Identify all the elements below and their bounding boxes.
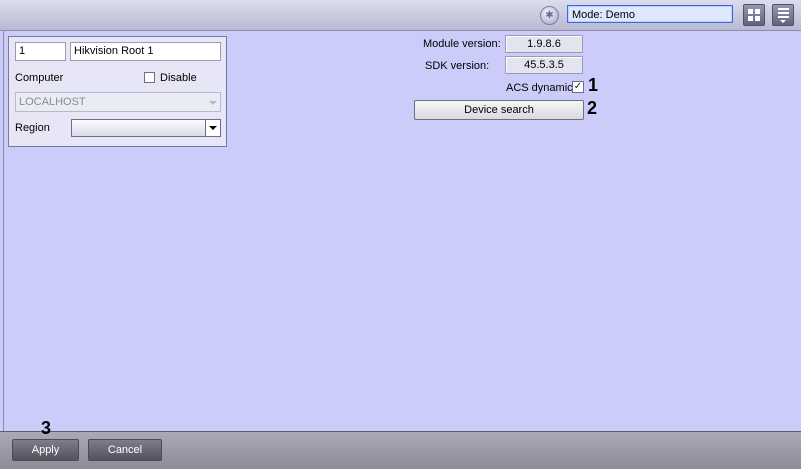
star-icon[interactable]: ✱ [540, 6, 559, 25]
menu-button[interactable] [772, 4, 794, 26]
object-id-field[interactable]: 1 [15, 42, 66, 61]
computer-value: LOCALHOST [19, 96, 86, 108]
region-label: Region [15, 122, 50, 134]
callout-3: 3 [41, 418, 52, 438]
module-version-value: 1.9.8.6 [505, 35, 583, 53]
chevron-down-icon [209, 126, 217, 130]
grid-view-icon [748, 9, 760, 21]
disable-label: Disable [160, 72, 197, 84]
acs-dynamic-checkbox[interactable]: ✓ [572, 81, 584, 93]
object-panel: 1 Hikvision Root 1 Computer Disable LOCA… [8, 36, 227, 147]
region-dropdown-button[interactable] [205, 120, 220, 136]
callout-2: 2 [587, 98, 598, 118]
apply-button[interactable]: Apply [12, 439, 79, 461]
menu-icon [777, 7, 789, 23]
grid-view-button[interactable] [743, 4, 765, 26]
computer-dropdown[interactable]: LOCALHOST [15, 92, 221, 112]
sdk-version-value: 45.5.3.5 [505, 56, 583, 74]
sdk-version-label: SDK version: [425, 60, 490, 72]
acs-dynamic-label: ACS dynamic [506, 82, 573, 94]
module-version-label: Module version: [423, 38, 501, 50]
mode-field[interactable]: Mode: Demo [567, 5, 733, 23]
cancel-button[interactable]: Cancel [88, 439, 162, 461]
callout-1: 1 [588, 75, 599, 95]
device-search-button[interactable]: Device search [414, 100, 584, 120]
region-dropdown[interactable] [71, 119, 221, 137]
chevron-down-icon [209, 101, 217, 105]
object-name-field[interactable]: Hikvision Root 1 [70, 42, 221, 61]
disable-checkbox[interactable] [144, 72, 155, 83]
computer-label: Computer [15, 72, 64, 84]
top-toolbar: ✱ Mode: Demo [0, 0, 801, 31]
